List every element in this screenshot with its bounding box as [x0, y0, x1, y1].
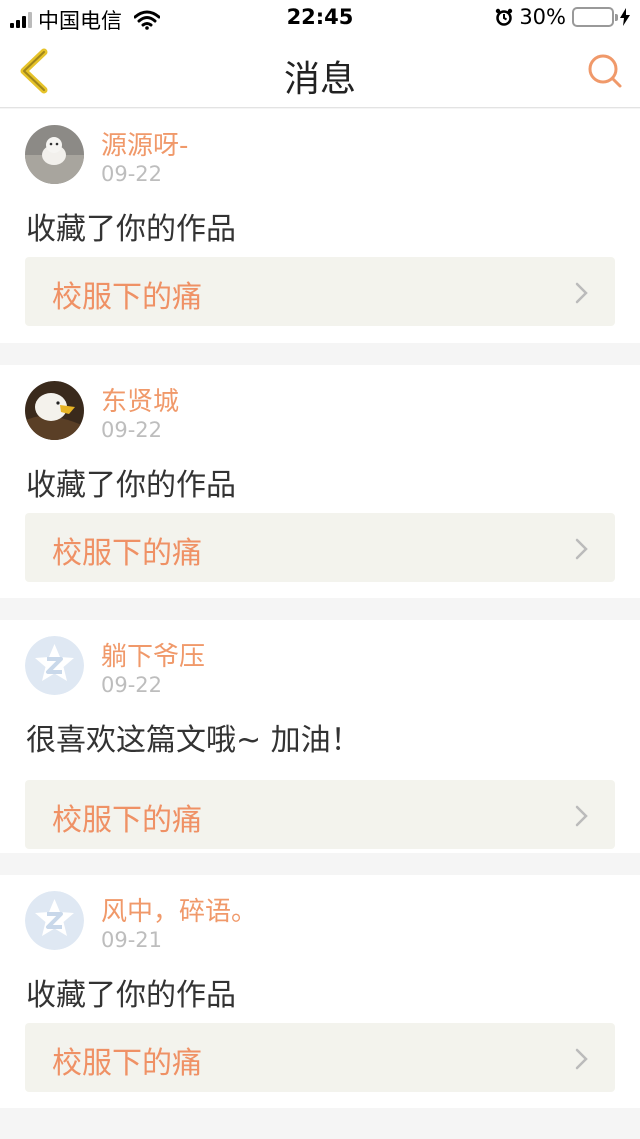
- battery-icon: [572, 7, 618, 27]
- alarm-icon: [496, 8, 513, 26]
- default-avatar[interactable]: [25, 891, 84, 950]
- search-button[interactable]: [586, 52, 624, 90]
- page-title: 消息: [283, 59, 356, 100]
- username[interactable]: 躺下爷压: [101, 636, 205, 673]
- work-link[interactable]: 校服下的痛: [25, 780, 615, 849]
- chevron-right-icon: [575, 538, 588, 560]
- work-link[interactable]: 校服下的痛: [25, 513, 615, 582]
- message-date: 09-21: [101, 928, 163, 952]
- nav-bar: 消息: [0, 34, 640, 108]
- message-card: 东贤城 09-22 收藏了你的作品 校服下的痛: [0, 365, 640, 598]
- message-content: 收藏了你的作品: [26, 212, 236, 247]
- work-title: 校服下的痛: [52, 1046, 202, 1081]
- username[interactable]: 东贤城: [101, 381, 179, 418]
- message-list: 源源呀- 09-22 收藏了你的作品 校服下的痛 东贤城 09-22 收藏了你的…: [0, 109, 640, 1130]
- eagle-avatar[interactable]: [25, 381, 84, 440]
- work-link[interactable]: 校服下的痛: [25, 257, 615, 326]
- message-date: 09-22: [101, 673, 163, 697]
- message-content: 很喜欢这篇文哦~ 加油！: [26, 723, 361, 758]
- username[interactable]: 风中，碎语。: [101, 891, 257, 928]
- chevron-right-icon: [575, 282, 588, 304]
- username[interactable]: 源源呀-: [101, 125, 188, 162]
- work-link[interactable]: 校服下的痛: [25, 1023, 615, 1092]
- charging-icon: [620, 8, 630, 26]
- message-content: 收藏了你的作品: [26, 978, 236, 1013]
- dog-avatar[interactable]: [25, 125, 84, 184]
- message-content: 收藏了你的作品: [26, 468, 236, 503]
- status-right: 30%: [495, 5, 630, 29]
- work-title: 校服下的痛: [52, 536, 202, 571]
- battery-percent: 30%: [519, 5, 566, 29]
- work-title: 校服下的痛: [52, 280, 202, 315]
- message-card: 风中，碎语。 09-21 收藏了你的作品 校服下的痛: [0, 875, 640, 1108]
- message-date: 09-22: [101, 162, 163, 186]
- work-title: 校服下的痛: [52, 803, 202, 838]
- message-card: 躺下爷压 09-22 很喜欢这篇文哦~ 加油！ 校服下的痛: [0, 620, 640, 853]
- status-bar: 中国电信 22:45 30%: [0, 0, 640, 34]
- message-card: 源源呀- 09-22 收藏了你的作品 校服下的痛: [0, 109, 640, 343]
- message-date: 09-22: [101, 418, 163, 442]
- chevron-right-icon: [575, 1048, 588, 1070]
- chevron-right-icon: [575, 805, 588, 827]
- default-avatar[interactable]: [25, 636, 84, 695]
